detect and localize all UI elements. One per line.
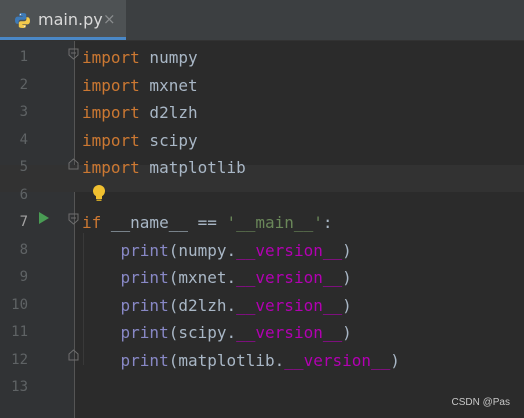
code-line[interactable]: import numpy: [82, 44, 198, 71]
code-token: (d2lzh.: [168, 295, 237, 315]
code-token: (mxnet.: [168, 268, 237, 287]
code-token: import: [82, 48, 140, 67]
code-token: (matplotlib.: [168, 350, 285, 370]
line-number: 10: [11, 296, 28, 313]
line-number: 12: [11, 351, 28, 368]
code-token: if: [82, 213, 102, 232]
code-token: __version__: [236, 268, 343, 287]
python-file-icon: [15, 13, 30, 28]
code-token: import: [82, 158, 140, 177]
code-line[interactable]: print(d2lzh.__version__): [82, 292, 352, 319]
line-number: 4: [19, 131, 28, 148]
code-token: ): [342, 240, 352, 260]
tab-close-icon[interactable]: ×: [103, 9, 117, 29]
code-token: scipy: [139, 130, 198, 150]
fold-icon[interactable]: [68, 48, 79, 60]
code-token: import: [82, 130, 140, 150]
tab-label: main.py: [38, 10, 103, 29]
code-line[interactable]: import d2lzh: [82, 99, 198, 126]
code-line[interactable]: import matplotlib: [82, 154, 246, 181]
code-line[interactable]: import mxnet: [82, 72, 198, 99]
line-number: 6: [19, 186, 28, 203]
line-number: 7: [19, 214, 28, 230]
code-token: '__main__': [226, 213, 323, 232]
code-token: ): [390, 350, 400, 370]
indent-guide: [83, 233, 84, 365]
editor-window: main.py × 1 2 3 4 5 6 7 8 9 10 11 12 13 import numpy…: [0, 0, 524, 418]
code-line[interactable]: print(numpy.__version__): [82, 237, 352, 264]
code-token: ): [342, 295, 352, 315]
code-token: print: [120, 240, 169, 260]
code-token: (numpy.: [168, 240, 237, 260]
tab-main-py[interactable]: main.py ×: [0, 0, 126, 40]
code-token: matplotlib: [139, 158, 246, 177]
code-token: import: [82, 75, 140, 95]
line-number: 11: [11, 324, 28, 340]
code-token: ): [342, 323, 352, 342]
fold-end-icon[interactable]: [68, 349, 79, 361]
code-token: __version__: [236, 323, 343, 342]
line-number: 1: [19, 49, 28, 65]
fold-icon[interactable]: [68, 213, 79, 225]
tab-active-indicator: [0, 37, 126, 40]
code-token: __version__: [236, 240, 343, 260]
code-token: __version__: [236, 295, 343, 315]
fold-end-icon[interactable]: [68, 158, 79, 170]
line-number: 8: [19, 241, 28, 258]
code-token: print: [120, 323, 169, 342]
run-icon[interactable]: [38, 211, 50, 225]
watermark: CSDN @Pas: [451, 397, 511, 408]
line-number: 2: [19, 76, 28, 93]
code-token: print: [120, 350, 169, 370]
code-token: numpy: [139, 48, 198, 67]
code-token: mxnet: [139, 75, 198, 95]
code-token: print: [120, 295, 169, 315]
code-token: import: [82, 103, 140, 122]
code-line[interactable]: print(matplotlib.__version__): [82, 347, 400, 374]
code-token: __name__ ==: [101, 213, 227, 232]
intention-bulb-icon[interactable]: [91, 184, 107, 204]
code-token: __version__: [284, 350, 391, 370]
code-line[interactable]: import scipy: [82, 127, 198, 154]
line-number: 13: [11, 379, 28, 395]
tab-bar: main.py ×: [0, 0, 524, 41]
code-token: (scipy.: [168, 323, 237, 342]
code-line[interactable]: if __name__ == '__main__':: [82, 209, 332, 236]
code-line[interactable]: print(mxnet.__version__): [82, 264, 352, 291]
line-number: 3: [19, 104, 28, 120]
code-token: print: [120, 268, 169, 287]
code-token: :: [322, 213, 333, 232]
line-number: 5: [19, 159, 28, 175]
code-token: d2lzh: [139, 103, 198, 122]
code-line[interactable]: print(scipy.__version__): [82, 319, 352, 346]
code-token: ): [342, 268, 352, 287]
line-number: 9: [19, 269, 28, 285]
